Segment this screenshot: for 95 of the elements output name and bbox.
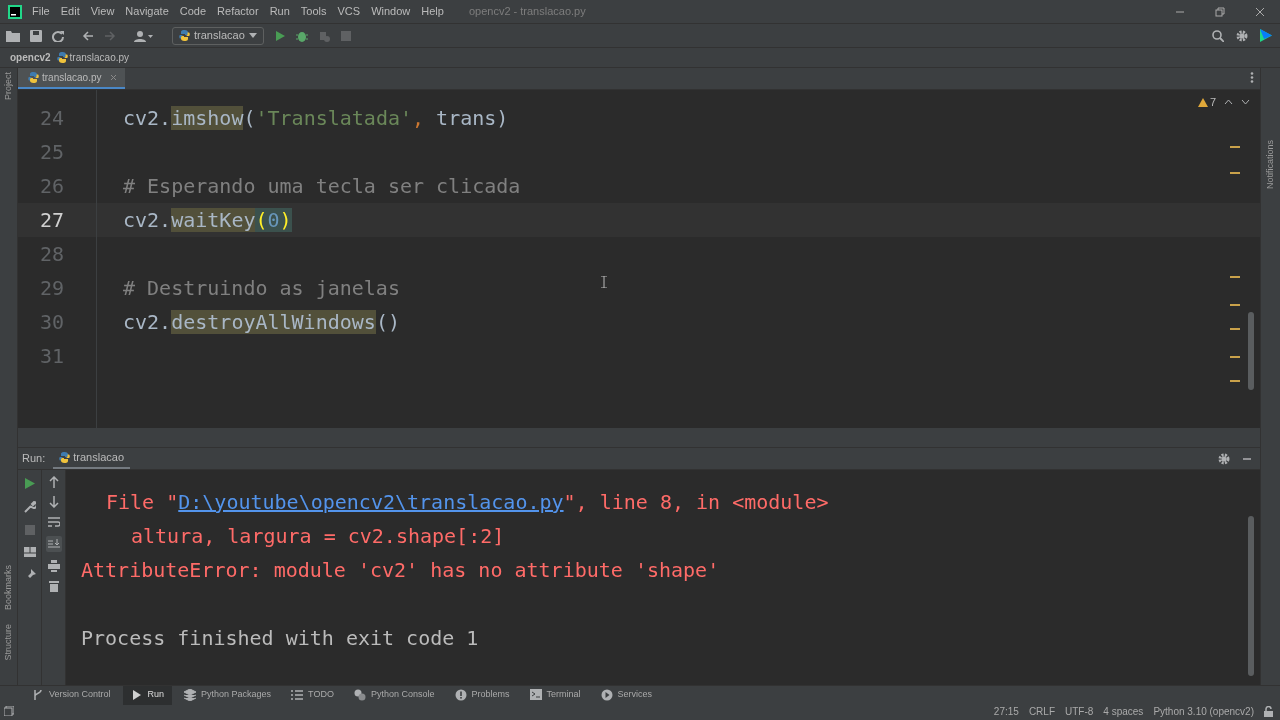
- layout-icon[interactable]: [23, 547, 36, 557]
- ide-plugin-icon[interactable]: [1260, 29, 1272, 42]
- list-icon: [291, 689, 304, 701]
- console-line: altura, largura = cv2.shape[:2]: [131, 524, 505, 548]
- wrench-icon[interactable]: [23, 501, 36, 513]
- line-number: 27: [40, 207, 65, 234]
- status-item[interactable]: 4 spaces: [1103, 703, 1144, 719]
- chevron-down-icon[interactable]: [1241, 99, 1250, 106]
- play-icon: [130, 689, 143, 701]
- tool-window-button[interactable]: Problems: [446, 685, 518, 705]
- editor-tab[interactable]: translacao.py: [18, 68, 126, 89]
- window-title: opencv2 - translacao.py: [468, 4, 586, 20]
- line-number: 24: [40, 105, 65, 132]
- console-line: AttributeError: module 'cv2' has no attribute 'shape': [81, 558, 720, 582]
- caret-icon: [249, 33, 257, 38]
- menu-item[interactable]: File: [32, 3, 50, 20]
- bug-icon[interactable]: [296, 29, 308, 42]
- print-icon[interactable]: [47, 560, 60, 572]
- console-line: File "D:\youtube\opencv2\translacao.py", line 8, in <module>: [106, 490, 829, 514]
- menu-item[interactable]: Navigate: [125, 3, 169, 20]
- tool-window-button[interactable]: Python Packages: [176, 685, 280, 705]
- layers-icon: [184, 689, 197, 701]
- code-line: # Destruindo as janelas: [123, 275, 400, 302]
- python-file-icon: [59, 452, 71, 463]
- menu-item[interactable]: Refactor: [217, 3, 259, 20]
- search-icon[interactable]: [1212, 29, 1224, 42]
- scrollbar-thumb[interactable]: [1248, 516, 1254, 676]
- text-cursor-icon: [601, 276, 607, 288]
- side-panel-tab[interactable]: Project: [1, 72, 16, 100]
- status-item[interactable]: CRLF: [1028, 703, 1055, 719]
- scrollbar-thumb[interactable]: [1248, 312, 1254, 390]
- line-number: 25: [40, 139, 65, 166]
- menu-item[interactable]: Tools: [300, 3, 327, 20]
- side-panel-tab[interactable]: Structure: [1, 624, 16, 661]
- settings-icon[interactable]: [1236, 29, 1248, 42]
- panel-title: Run:: [22, 451, 46, 467]
- line-number: 26: [40, 173, 65, 200]
- menu-item[interactable]: Window: [371, 3, 411, 20]
- close-icon[interactable]: [1255, 6, 1265, 17]
- app-logo-icon: [8, 4, 22, 19]
- menu-item[interactable]: View: [90, 3, 115, 20]
- line-number: 28: [40, 241, 65, 268]
- branch-icon: [32, 689, 44, 701]
- code-line: cv2.waitKey(0): [123, 207, 292, 234]
- up-arrow-icon[interactable]: [48, 476, 59, 488]
- breadcrumb-item[interactable]: opencv2: [10, 50, 51, 65]
- menu-item[interactable]: Code: [179, 3, 207, 20]
- status-item[interactable]: UTF-8: [1065, 703, 1094, 719]
- tool-window-button[interactable]: Python Console: [345, 685, 443, 705]
- menu-item[interactable]: VCS: [337, 3, 361, 20]
- back-arrow-icon[interactable]: [82, 29, 94, 42]
- folder-icon[interactable]: [6, 29, 20, 42]
- warning-icon: [1197, 97, 1208, 107]
- tool-windows-icon[interactable]: [4, 706, 14, 716]
- warning-count[interactable]: 7: [1209, 94, 1216, 111]
- tool-window-button[interactable]: TODO: [283, 685, 342, 705]
- tool-window-button[interactable]: Version Control: [24, 685, 119, 705]
- menu-item[interactable]: Run: [269, 3, 290, 20]
- more-options-icon[interactable]: [1250, 72, 1254, 83]
- run-configuration-dropdown[interactable]: translacao: [172, 26, 264, 45]
- line-number: 29: [40, 275, 65, 302]
- run-icon[interactable]: [274, 29, 286, 42]
- trash-icon[interactable]: [48, 580, 59, 592]
- play-circle-icon: [600, 689, 613, 701]
- save-icon[interactable]: [30, 29, 42, 42]
- file-link[interactable]: D:\youtube\opencv2\translacao.py: [178, 490, 564, 514]
- breadcrumb-item[interactable]: translacao.py: [69, 50, 130, 65]
- chevron-up-icon[interactable]: [1224, 99, 1233, 106]
- python-file-icon: [28, 72, 39, 83]
- settings-icon[interactable]: [1218, 452, 1230, 465]
- side-panel-tab[interactable]: Bookmarks: [1, 565, 16, 611]
- rerun-icon[interactable]: [24, 478, 35, 489]
- restore-icon[interactable]: [1215, 6, 1225, 17]
- python-file-icon: [56, 52, 68, 63]
- scroll-to-end-icon[interactable]: [45, 536, 62, 552]
- line-number: 30: [40, 309, 65, 336]
- status-item[interactable]: 27:15: [993, 703, 1019, 719]
- code-line: # Esperando uma tecla ser clicada: [123, 173, 521, 200]
- code-line: cv2.imshow('Translatada', trans): [123, 105, 509, 132]
- menu-item[interactable]: Help: [421, 3, 444, 20]
- console-line: Process finished with exit code 1: [81, 626, 479, 650]
- terminal-icon: [529, 689, 542, 701]
- tool-window-button[interactable]: Run: [122, 685, 173, 705]
- refresh-icon[interactable]: [52, 29, 64, 42]
- tool-window-button[interactable]: Terminal: [521, 685, 589, 705]
- lock-icon[interactable]: [1264, 705, 1274, 717]
- tool-window-button[interactable]: Services: [592, 685, 661, 705]
- info-icon: [454, 689, 467, 701]
- menu-item[interactable]: Edit: [60, 3, 80, 20]
- side-panel-tab[interactable]: Notifications: [1263, 140, 1278, 190]
- user-dropdown-icon[interactable]: [134, 29, 154, 42]
- line-number: 31: [40, 343, 65, 370]
- down-arrow-icon[interactable]: [48, 496, 59, 508]
- status-item[interactable]: Python 3.10 (opencv2): [1153, 703, 1254, 719]
- soft-wrap-icon[interactable]: [47, 516, 60, 528]
